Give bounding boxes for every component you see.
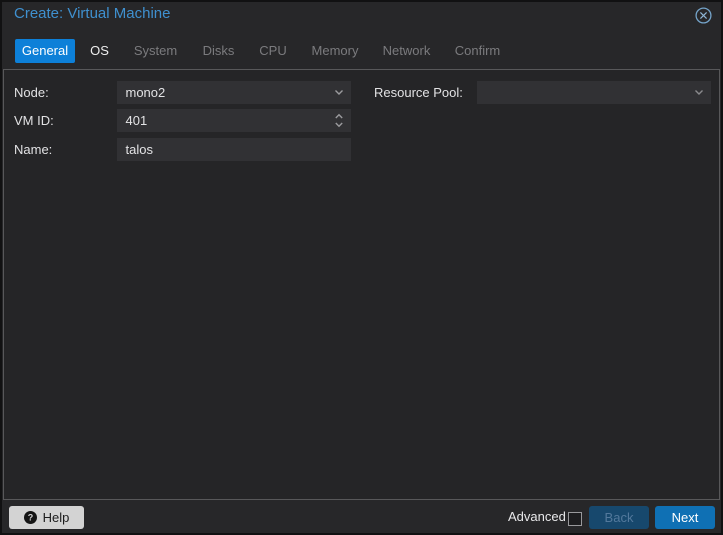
svg-text:?: ? [27,513,33,523]
